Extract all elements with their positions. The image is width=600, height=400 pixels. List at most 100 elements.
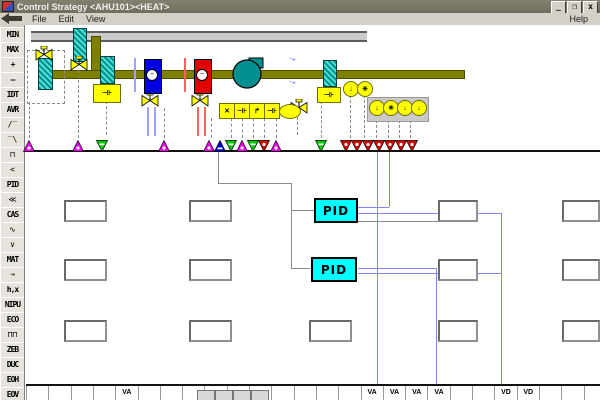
toolbar-button-idt[interactable]: IDT [0,87,25,103]
terminal-cell[interactable]: VD [517,386,539,400]
io-block[interactable] [309,320,352,342]
terminal-cell[interactable] [316,386,338,400]
menu-item-help[interactable]: Help [563,13,594,25]
toolbar-button-curve-arrow[interactable]: ↝ [0,267,25,283]
terminal-cell[interactable] [539,386,561,400]
logic-box-1[interactable]: ⊣⊦ [234,103,250,119]
filter-1[interactable] [100,56,115,84]
logic-ellipse[interactable] [279,104,301,119]
terminal-block[interactable] [251,390,269,400]
terminal-cell[interactable]: VA [405,386,427,400]
io-block[interactable] [64,320,107,342]
filter-2[interactable] [323,60,337,87]
io-block[interactable] [438,320,478,342]
menu-item-file[interactable]: File [26,13,53,25]
toolbar-button-eov[interactable]: EOV [0,387,25,400]
io-terminal-down[interactable] [315,139,327,151]
io-block[interactable] [64,259,107,281]
toolbar-button-duc[interactable]: DUC [0,357,25,373]
io-block[interactable] [562,259,600,281]
io-block[interactable] [438,259,478,281]
terminal-cell[interactable] [26,386,48,400]
io-terminal-down[interactable] [96,139,108,151]
valve-intake[interactable] [35,46,53,61]
toolbar-button-less[interactable]: < [0,162,25,178]
toolbar-button-ramp-up[interactable]: /‾ [0,117,25,133]
io-block[interactable] [562,320,600,342]
toolbar-button-eco[interactable]: ECO [0,312,25,328]
io-terminal-up[interactable] [23,139,35,151]
toolbar-button-pulse[interactable]: ⊓⊓ [0,327,25,343]
damper-intake[interactable] [38,58,53,90]
toolbar-button-minus[interactable]: — [0,72,25,88]
logic-box-x[interactable]: ✕ [219,103,235,119]
toolbar-button-plus[interactable]: + [0,57,25,73]
dashed-signal-line [350,95,351,138]
terminal-cell[interactable] [160,386,182,400]
filter-dp-box-2[interactable]: ⊣⊦ [317,87,341,103]
toolbar-button-ramp-down[interactable]: ‾\ [0,132,25,148]
toolbar-button-min[interactable]: MIN [0,27,25,43]
terminal-cell[interactable]: VA [361,386,383,400]
terminal-cell[interactable] [93,386,115,400]
terminal-cell[interactable] [338,386,360,400]
io-terminal-up[interactable] [72,139,84,151]
terminal-cell[interactable] [584,386,600,400]
toolbar-button-zeb[interactable]: ZEB [0,342,25,358]
io-block[interactable] [189,259,232,281]
toolbar-button-vee[interactable]: ∨ [0,237,25,253]
toolbar-button-cas[interactable]: CAS [0,207,25,223]
terminal-cell[interactable]: VD [494,386,516,400]
toolbar-button-max[interactable]: MAX [0,42,25,58]
terminal-block[interactable] [233,390,251,400]
pid-block-2[interactable]: PID [311,257,357,282]
io-block[interactable] [64,200,107,222]
terminal-cell[interactable] [48,386,70,400]
back-arrow-icon[interactable] [1,13,23,24]
toolbar-button-tri-wave[interactable]: ∿ [0,222,25,238]
valve-outdoor[interactable] [70,56,88,71]
io-block[interactable] [562,200,600,222]
sensor-humidity-supply[interactable]: ✳ [357,81,373,97]
supply-fan[interactable] [232,57,266,90]
io-terminal-up[interactable] [158,139,170,151]
toolbar-button-avr[interactable]: AVR [0,102,25,118]
logic-box-3[interactable]: ⊣⊦ [264,103,280,119]
valve-heating[interactable] [191,92,209,107]
toolbar-button-pid[interactable]: PID [0,177,25,193]
filter-dp-box-1[interactable]: ⊣⊦ [93,84,121,103]
toolbar-button-step[interactable]: ⊓ [0,147,25,163]
toolbar-button-mat[interactable]: MAT [0,252,25,268]
io-terminal-down[interactable] [406,139,418,151]
title-bar[interactable]: Control Strategy <AHU101><HEAT> _❐x [0,0,600,13]
terminal-cell[interactable] [271,386,293,400]
terminal-cell[interactable] [450,386,472,400]
valve-cooling[interactable] [141,92,159,107]
toolbar-button-hx[interactable]: h,x [0,282,25,298]
logic-box-2[interactable]: ↱ [249,103,265,119]
io-terminal-down[interactable] [258,139,270,151]
io-block[interactable] [438,200,478,222]
toolbar-button-eoh[interactable]: EOH [0,372,25,388]
coil-pipe [154,107,156,136]
io-block[interactable] [189,320,232,342]
strategy-canvas[interactable]: −−✕⊣⊦↱⊣⊦⊣⊦⊣⊦→→↓✳↓✳↓↓PIDPIDVAVAVAVAVAVDVD [24,25,600,400]
terminal-block[interactable] [215,390,233,400]
terminal-cell[interactable] [561,386,583,400]
io-terminal-up[interactable] [270,139,282,151]
io-block[interactable] [189,200,232,222]
terminal-cell[interactable] [138,386,160,400]
terminal-block[interactable] [197,390,215,400]
terminal-cell[interactable]: VA [427,386,449,400]
terminal-cell[interactable] [294,386,316,400]
terminal-cell[interactable]: VA [383,386,405,400]
pid-block-1[interactable]: PID [314,198,358,223]
menu-item-view[interactable]: View [80,13,111,25]
toolbar-button-much-less[interactable]: ≪ [0,192,25,208]
menu-item-edit[interactable]: Edit [53,13,81,25]
toolbar-button-nipu[interactable]: NIPU [0,297,25,313]
sensor-temp-3[interactable]: ↓ [411,100,427,116]
terminal-cell[interactable] [472,386,494,400]
terminal-cell[interactable] [71,386,93,400]
terminal-cell[interactable]: VA [115,386,137,400]
